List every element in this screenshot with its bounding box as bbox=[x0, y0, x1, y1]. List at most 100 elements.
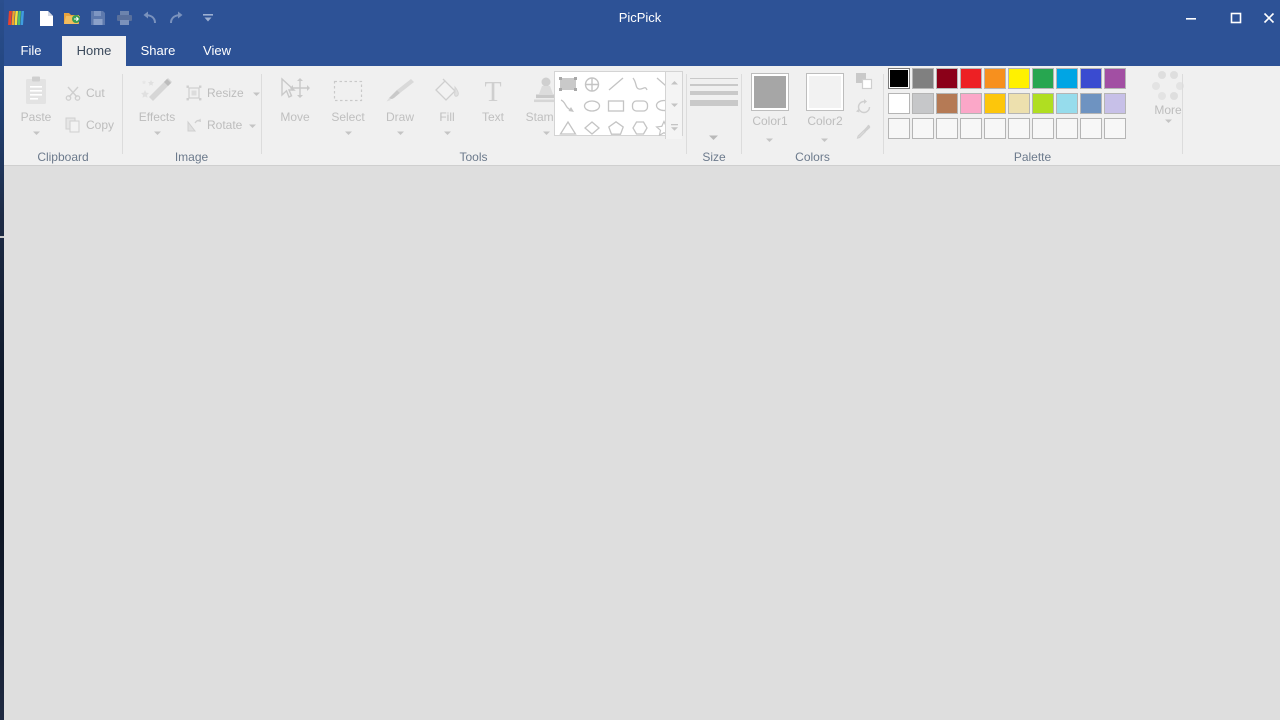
palette-color-2-7[interactable] bbox=[1032, 93, 1054, 114]
palette-color-2-5[interactable] bbox=[984, 93, 1006, 114]
rotate-button[interactable]: Rotate bbox=[185, 116, 257, 134]
group-title-image: Image bbox=[123, 150, 260, 164]
palette-color-2-3[interactable] bbox=[936, 93, 958, 114]
effects-button[interactable]: Effects bbox=[131, 74, 183, 131]
palette-color-2-10[interactable] bbox=[1104, 93, 1126, 114]
image-canvas[interactable] bbox=[4, 167, 1280, 720]
palette-color-3-5[interactable] bbox=[984, 118, 1006, 139]
size-dropdown-caret-icon[interactable] bbox=[708, 128, 719, 146]
stamps-dropdown-caret-icon[interactable] bbox=[542, 125, 551, 131]
paintbrush-icon bbox=[383, 74, 417, 108]
palette-color-3-3[interactable] bbox=[936, 118, 958, 139]
close-button[interactable] bbox=[1258, 0, 1280, 36]
palette-color-3-10[interactable] bbox=[1104, 118, 1126, 139]
shape-diamond[interactable] bbox=[580, 117, 604, 139]
rotate-dropdown-caret-icon[interactable] bbox=[248, 118, 257, 132]
draw-dropdown-caret-icon[interactable] bbox=[396, 125, 405, 131]
shape-pentagon[interactable] bbox=[604, 117, 628, 139]
palette-color-1-7[interactable] bbox=[1032, 68, 1054, 89]
shapes-scroll-up-button[interactable] bbox=[665, 72, 682, 95]
resize-dropdown-caret-icon[interactable] bbox=[252, 86, 261, 100]
palette-color-3-9[interactable] bbox=[1080, 118, 1102, 139]
group-title-clipboard: Clipboard bbox=[4, 150, 122, 164]
group-separator-6 bbox=[1182, 74, 1183, 154]
size-preview[interactable] bbox=[690, 78, 738, 106]
palette-color-1-2[interactable] bbox=[912, 68, 934, 89]
palette-color-2-9[interactable] bbox=[1080, 93, 1102, 114]
paste-button[interactable]: Paste bbox=[14, 74, 58, 131]
palette-color-1-4[interactable] bbox=[960, 68, 982, 89]
palette-color-3-1[interactable] bbox=[888, 118, 910, 139]
color2-dropdown-caret-icon[interactable] bbox=[820, 130, 829, 148]
copy-button[interactable]: Copy bbox=[64, 116, 114, 134]
tab-file[interactable]: File bbox=[4, 36, 58, 66]
text-tool-button[interactable]: T Text bbox=[470, 74, 516, 124]
shape-line[interactable] bbox=[604, 73, 628, 95]
palette-color-3-2[interactable] bbox=[912, 118, 934, 139]
tab-home[interactable]: Home bbox=[62, 36, 126, 66]
tab-view[interactable]: View bbox=[190, 36, 244, 66]
title-bar: PicPick bbox=[0, 0, 1280, 36]
color2-value bbox=[809, 76, 841, 108]
shapes-scroll-down-button[interactable] bbox=[665, 94, 682, 117]
shape-rounded-rectangle[interactable] bbox=[628, 95, 652, 117]
draw-tool-button[interactable]: Draw bbox=[376, 74, 424, 131]
color1-swatch[interactable] bbox=[751, 73, 789, 111]
palette-color-2-6[interactable] bbox=[1008, 93, 1030, 114]
move-tool-button[interactable]: Move bbox=[270, 74, 320, 124]
group-title-size: Size bbox=[687, 150, 741, 164]
more-colors-button[interactable]: More bbox=[1139, 70, 1197, 124]
shape-hexagon[interactable] bbox=[628, 117, 652, 139]
ribbon-group-clipboard: Paste Cut bbox=[4, 66, 122, 166]
palette-color-3-4[interactable] bbox=[960, 118, 982, 139]
palette-color-1-9[interactable] bbox=[1080, 68, 1102, 89]
color2-swatch[interactable] bbox=[806, 73, 844, 111]
shape-ellipse[interactable] bbox=[580, 95, 604, 117]
shapes-gallery[interactable] bbox=[554, 71, 683, 136]
palette-color-3-6[interactable] bbox=[1008, 118, 1030, 139]
size-line-4[interactable] bbox=[690, 100, 738, 106]
palette-color-1-1[interactable] bbox=[888, 68, 910, 89]
color2-label: Color2 bbox=[802, 114, 848, 128]
palette-color-1-3[interactable] bbox=[936, 68, 958, 89]
text-icon: T bbox=[476, 74, 510, 108]
palette-color-2-8[interactable] bbox=[1056, 93, 1078, 114]
more-colors-dropdown-caret-icon[interactable] bbox=[1139, 118, 1197, 124]
resize-button[interactable]: Resize bbox=[185, 84, 261, 102]
swap-colors-icon[interactable] bbox=[855, 72, 873, 90]
fill-dropdown-caret-icon[interactable] bbox=[443, 125, 452, 131]
palette-color-1-8[interactable] bbox=[1056, 68, 1078, 89]
shape-curved-arrow[interactable] bbox=[556, 95, 580, 117]
reset-colors-icon[interactable] bbox=[855, 98, 873, 116]
palette-color-1-10[interactable] bbox=[1104, 68, 1126, 89]
shapes-more-button[interactable] bbox=[665, 116, 682, 139]
shape-rectangle[interactable] bbox=[604, 95, 628, 117]
select-tool-button[interactable]: Select bbox=[322, 74, 374, 131]
size-line-1[interactable] bbox=[690, 78, 738, 79]
eyedropper-icon[interactable] bbox=[855, 123, 873, 141]
select-dropdown-caret-icon[interactable] bbox=[344, 125, 353, 131]
palette-color-3-7[interactable] bbox=[1032, 118, 1054, 139]
fill-tool-button[interactable]: Fill bbox=[426, 74, 468, 131]
palette-color-3-8[interactable] bbox=[1056, 118, 1078, 139]
minimize-button[interactable] bbox=[1168, 0, 1213, 36]
size-line-3[interactable] bbox=[690, 91, 738, 95]
palette-color-1-6[interactable] bbox=[1008, 68, 1030, 89]
palette-grid[interactable] bbox=[888, 68, 1133, 146]
shape-filled-rectangle[interactable] bbox=[556, 73, 580, 95]
effects-dropdown-caret-icon[interactable] bbox=[153, 125, 162, 131]
palette-color-2-1[interactable] bbox=[888, 93, 910, 114]
paste-dropdown-caret-icon[interactable] bbox=[32, 125, 41, 131]
size-line-2[interactable] bbox=[690, 84, 738, 86]
palette-color-1-5[interactable] bbox=[984, 68, 1006, 89]
copy-icon bbox=[64, 116, 82, 134]
palette-color-2-4[interactable] bbox=[960, 93, 982, 114]
color1-dropdown-caret-icon[interactable] bbox=[765, 130, 774, 148]
maximize-button[interactable] bbox=[1213, 0, 1258, 36]
tab-share[interactable]: Share bbox=[126, 36, 190, 66]
shape-triangle[interactable] bbox=[556, 117, 580, 139]
cut-button[interactable]: Cut bbox=[64, 84, 105, 102]
palette-color-2-2[interactable] bbox=[912, 93, 934, 114]
shape-target-crosshair[interactable] bbox=[580, 73, 604, 95]
shape-curve[interactable] bbox=[628, 73, 652, 95]
